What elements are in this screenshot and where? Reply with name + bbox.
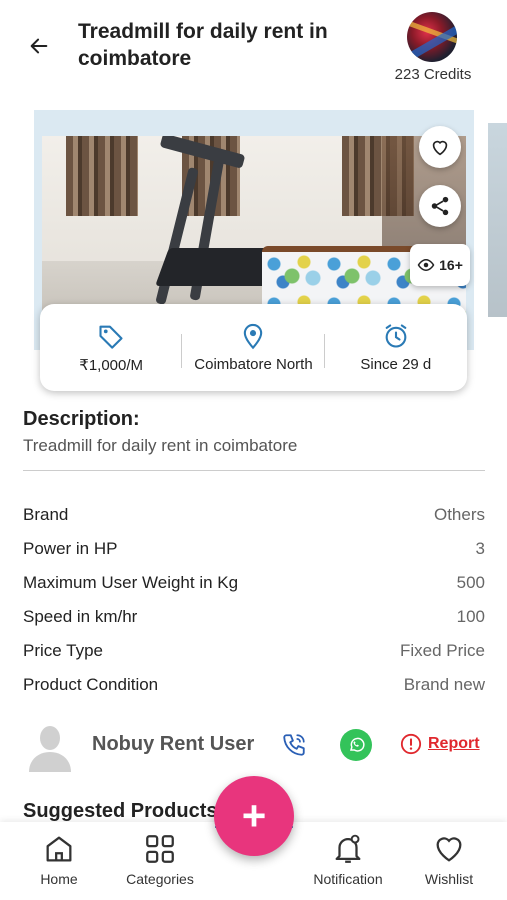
nav-categories-label: Categories xyxy=(126,871,194,887)
spec-row: Speed in km/hr 100 xyxy=(23,600,485,634)
spec-value: 500 xyxy=(456,573,485,592)
spec-label: Product Condition xyxy=(23,675,159,694)
nav-notification-label: Notification xyxy=(313,871,383,887)
nav-notification[interactable]: Notification xyxy=(303,832,393,887)
spec-row: Price Type Fixed Price xyxy=(23,634,485,668)
description-text: Treadmill for daily rent in coimbatore xyxy=(23,436,298,455)
bell-icon xyxy=(335,834,361,863)
share-button[interactable] xyxy=(419,185,461,227)
app-header: Treadmill for daily rent in coimbatore 2… xyxy=(0,0,507,100)
spec-label: Brand xyxy=(23,505,69,524)
nav-wishlist-label: Wishlist xyxy=(424,871,474,887)
spec-label: Price Type xyxy=(23,641,104,660)
price-cell: ₹1,000/M xyxy=(40,304,183,391)
views-count: 16+ xyxy=(439,257,463,273)
since-text: Since 29 d xyxy=(360,356,432,373)
owner-name: Nobuy Rent User xyxy=(92,733,255,755)
listing-info-card: ₹1,000/M Coimbatore North Since 29 d xyxy=(40,304,467,391)
spec-label: Speed in km/hr xyxy=(23,607,138,626)
location-text: Coimbatore North xyxy=(194,356,313,373)
divider xyxy=(23,470,485,471)
heart-icon xyxy=(436,837,462,862)
spec-value: 3 xyxy=(475,539,485,558)
report-label: Report xyxy=(428,735,480,752)
spec-row: Product Condition Brand new xyxy=(23,668,485,702)
owner-avatar xyxy=(27,722,73,772)
back-arrow-icon[interactable] xyxy=(26,33,52,59)
product-photo[interactable] xyxy=(42,136,466,316)
spec-value: 100 xyxy=(456,607,485,626)
nav-home[interactable]: Home xyxy=(34,832,84,887)
spec-row: Maximum User Weight in Kg 500 xyxy=(23,566,485,600)
alarm-clock-icon xyxy=(385,324,407,348)
spec-value: Brand new xyxy=(403,675,485,694)
location-pin-icon xyxy=(244,323,263,350)
whatsapp-icon xyxy=(350,737,365,752)
spec-row: Power in HP 3 xyxy=(23,532,485,566)
grid-icon xyxy=(146,835,174,863)
report-button[interactable]: Report xyxy=(400,733,480,755)
views-badge: 16+ xyxy=(410,244,470,286)
user-avatar[interactable] xyxy=(407,12,457,62)
alert-icon xyxy=(400,733,422,755)
since-cell: Since 29 d xyxy=(325,304,467,391)
phone-icon xyxy=(283,734,305,756)
description-heading: Description: xyxy=(23,408,140,430)
tag-icon xyxy=(99,325,123,349)
page-title: Treadmill for daily rent in coimbatore xyxy=(78,20,328,70)
spec-label: Maximum User Weight in Kg xyxy=(23,573,239,592)
next-image-preview[interactable] xyxy=(488,123,507,317)
call-button[interactable] xyxy=(279,730,309,760)
whatsapp-button[interactable] xyxy=(340,729,372,761)
price-text: ₹1,000/M xyxy=(79,356,144,374)
credits-count[interactable]: 223 Credits xyxy=(380,66,486,83)
eye-icon xyxy=(417,258,435,272)
add-listing-button[interactable]: + xyxy=(214,776,294,856)
spec-value: Others xyxy=(433,505,485,524)
spec-label: Power in HP xyxy=(23,539,118,558)
specifications-list: Brand Others Power in HP 3 Maximum User We… xyxy=(23,498,485,702)
share-icon xyxy=(431,196,449,216)
heart-icon xyxy=(432,140,448,156)
person-placeholder-icon xyxy=(29,726,71,772)
favorite-button[interactable] xyxy=(419,126,461,168)
spec-row: Brand Others xyxy=(23,498,485,532)
spec-value: Fixed Price xyxy=(399,641,485,660)
suggested-products-heading: Suggested Products xyxy=(23,800,218,822)
location-cell: Coimbatore North xyxy=(182,304,325,391)
home-icon xyxy=(46,836,72,862)
nav-home-label: Home xyxy=(40,871,78,887)
nav-categories[interactable]: Categories xyxy=(116,832,204,887)
nav-wishlist[interactable]: Wishlist xyxy=(418,832,480,887)
